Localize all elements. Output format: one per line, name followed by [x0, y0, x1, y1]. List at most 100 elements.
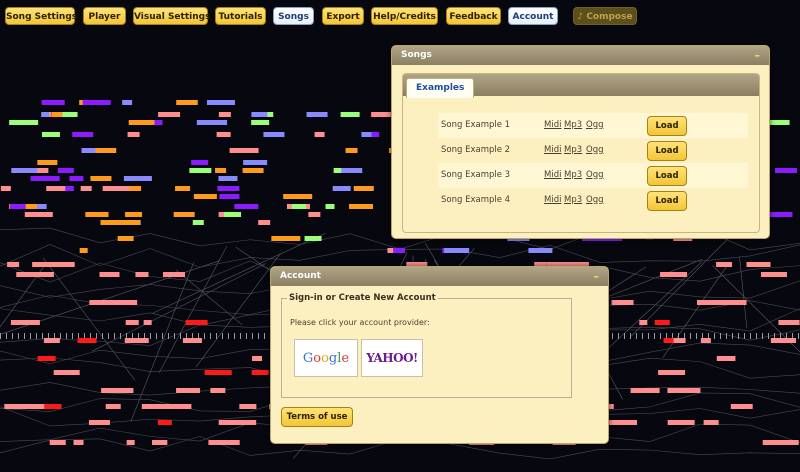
load-button[interactable]: Load — [647, 116, 687, 136]
tick-mark — [654, 333, 655, 339]
yahoo-sign-in-button[interactable]: YAHOO! — [361, 339, 423, 377]
note-block — [185, 320, 208, 325]
tick-mark — [240, 333, 241, 339]
note-block — [667, 388, 679, 393]
nav-help-credits-button[interactable]: Help/Credits — [371, 7, 438, 25]
tick-mark — [6, 333, 7, 339]
songs-panel-header[interactable]: Songs – — [392, 46, 769, 65]
note-block — [41, 112, 50, 117]
load-button[interactable]: Load — [647, 141, 687, 161]
note-block — [243, 160, 268, 165]
mp3-link[interactable]: Mp3 — [564, 195, 582, 205]
google-sign-in-button[interactable]: Google — [294, 339, 358, 377]
note-block — [9, 120, 39, 125]
note-block — [152, 440, 163, 445]
note-block — [308, 212, 321, 217]
note-block — [667, 420, 695, 425]
tick-mark — [720, 333, 721, 339]
note-block — [263, 132, 285, 137]
note-block — [85, 212, 109, 217]
tab-examples[interactable]: Examples — [406, 78, 475, 98]
terms-of-use-button[interactable]: Terms of use — [281, 407, 353, 427]
tick-mark — [798, 333, 799, 339]
note-block — [216, 132, 231, 137]
note-block — [102, 186, 129, 191]
note-block — [229, 148, 259, 153]
tick-mark — [222, 333, 223, 339]
note-block — [10, 320, 40, 325]
note-block — [673, 338, 686, 343]
note-block — [32, 262, 55, 267]
tick-mark — [756, 333, 757, 339]
midi-link[interactable]: Midi — [544, 195, 561, 205]
note-block — [128, 120, 155, 125]
midi-link[interactable]: Midi — [544, 145, 561, 155]
note-block — [0, 186, 11, 191]
tick-mark — [642, 333, 643, 339]
tick-mark — [42, 333, 43, 339]
note-block — [640, 388, 660, 393]
ogg-link[interactable]: Ogg — [586, 170, 603, 180]
music-note-icon: ♪ — [577, 12, 584, 22]
note-block — [218, 176, 238, 181]
nav-player-button[interactable]: Player — [83, 7, 126, 25]
collapse-icon[interactable]: – — [594, 267, 600, 286]
tick-mark — [60, 333, 61, 339]
nav-compose-button[interactable]: ♪ Compose — [573, 7, 637, 25]
note-block — [99, 272, 120, 277]
note-block — [208, 440, 222, 445]
nav-export-button[interactable]: Export — [322, 7, 364, 25]
nav-song-settings-button[interactable]: Song Settings — [5, 7, 77, 25]
note-block — [9, 204, 26, 209]
note-block — [341, 168, 363, 173]
tick-mark — [624, 333, 625, 339]
mp3-link[interactable]: Mp3 — [564, 170, 582, 180]
nav-visual-settings-button[interactable]: Visual Settings — [133, 7, 210, 25]
ogg-link[interactable]: Ogg — [586, 120, 603, 130]
midi-link[interactable]: Midi — [544, 170, 561, 180]
nav-feedback-button[interactable]: Feedback — [446, 7, 501, 25]
nav-tutorials-button[interactable]: Tutorials — [215, 7, 266, 25]
load-button[interactable]: Load — [647, 166, 687, 186]
midi-link[interactable]: Midi — [544, 120, 561, 130]
tick-mark — [66, 333, 67, 339]
note-block — [609, 420, 638, 425]
tick-mark — [180, 333, 181, 339]
note-block — [306, 112, 328, 117]
tick-mark — [228, 333, 229, 339]
note-block — [283, 194, 313, 199]
note-block — [162, 272, 185, 277]
account-panel-header[interactable]: Account – — [271, 267, 608, 286]
note-block — [234, 204, 259, 209]
note-block — [200, 120, 228, 125]
ogg-link[interactable]: Ogg — [586, 195, 603, 205]
tick-mark — [732, 333, 733, 339]
note-block — [660, 272, 688, 277]
collapse-icon[interactable]: – — [755, 46, 761, 65]
tick-mark — [102, 333, 103, 339]
tick-mark — [114, 333, 115, 339]
note-block — [100, 220, 129, 225]
note-block — [154, 120, 163, 125]
note-block — [218, 112, 231, 117]
tick-mark — [714, 333, 715, 339]
tick-mark — [648, 333, 649, 339]
note-block — [53, 262, 69, 267]
note-block — [215, 168, 227, 173]
ogg-link[interactable]: Ogg — [586, 145, 603, 155]
note-block — [444, 248, 470, 253]
note-block — [43, 338, 60, 343]
tick-mark — [630, 333, 631, 339]
mp3-link[interactable]: Mp3 — [564, 145, 582, 155]
tick-mark — [750, 333, 751, 339]
mp3-link[interactable]: Mp3 — [564, 120, 582, 130]
nav-account-button[interactable]: Account — [508, 7, 558, 25]
song-title: Song Example 4 — [441, 195, 511, 205]
grid-line — [175, 269, 243, 326]
note-block — [304, 236, 322, 241]
note-block — [677, 388, 701, 393]
note-block — [353, 186, 374, 191]
nav-songs-button[interactable]: Songs — [273, 7, 314, 25]
load-button[interactable]: Load — [647, 191, 687, 211]
google-logo: Google — [302, 350, 350, 366]
